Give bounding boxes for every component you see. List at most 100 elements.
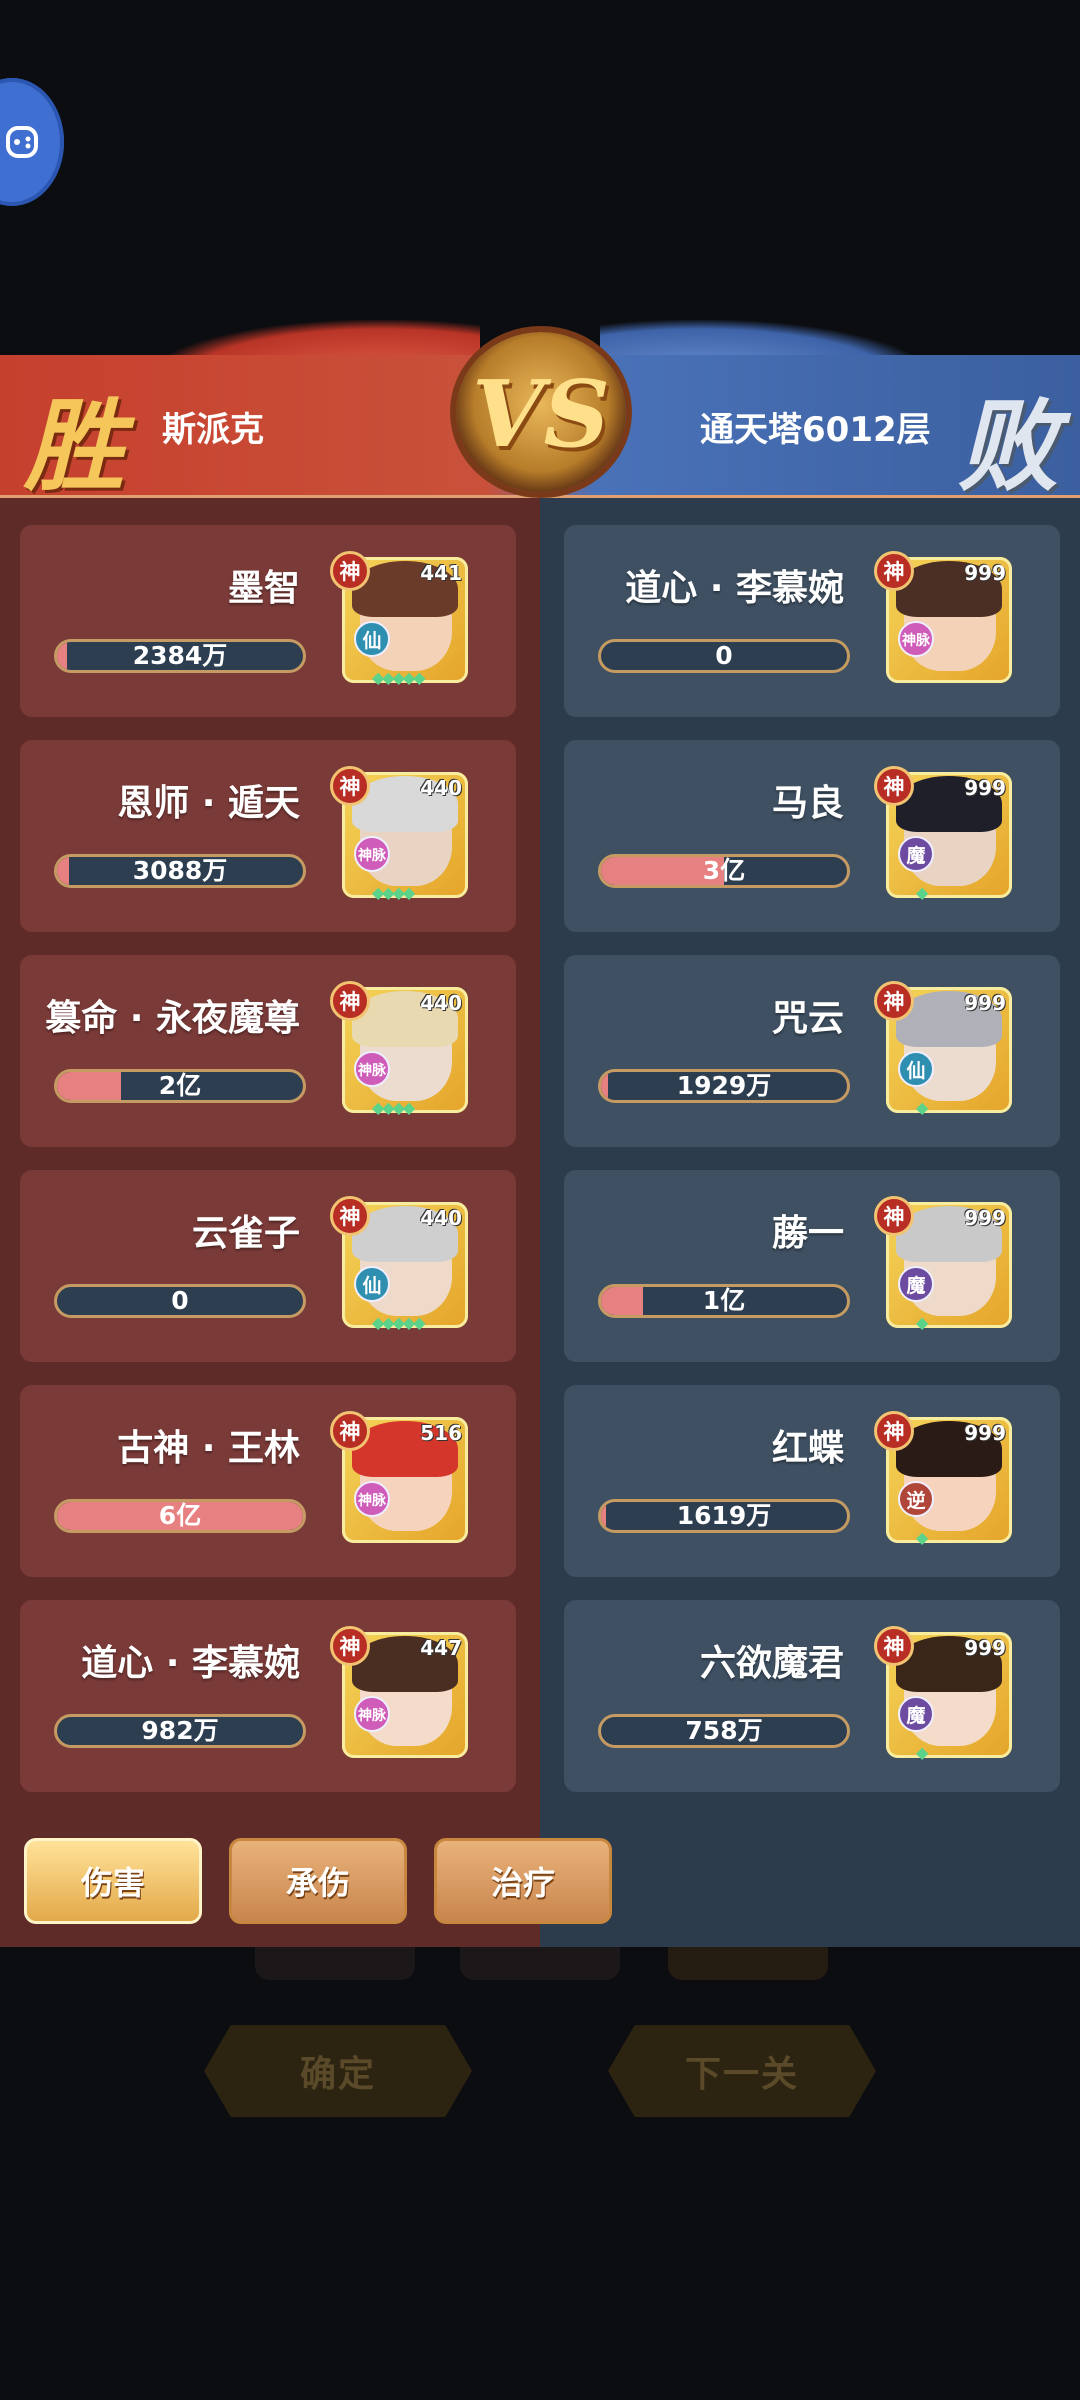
hero-level: 999 bbox=[964, 991, 1006, 1015]
god-rank-badge: 神 bbox=[874, 1411, 914, 1451]
hero-level: 999 bbox=[964, 561, 1006, 585]
sect-badge: 魔 bbox=[898, 1696, 934, 1732]
enemy-name: 通天塔6012层 bbox=[700, 410, 931, 450]
sect-badge: 神脉 bbox=[354, 1696, 390, 1732]
damage-value: 0 bbox=[171, 1286, 189, 1315]
god-rank-badge: 神 bbox=[874, 981, 914, 1021]
vs-emblem: VS bbox=[456, 332, 626, 492]
damage-value: 1619万 bbox=[676, 1501, 772, 1530]
god-rank-badge: 神 bbox=[330, 551, 370, 591]
damage-value: 758万 bbox=[685, 1716, 763, 1745]
defeat-label: 败 bbox=[958, 387, 1058, 505]
hero-level: 440 bbox=[420, 776, 462, 800]
hero-name: 古神 · 王林 bbox=[117, 1428, 300, 1469]
hero-name: 墨智 bbox=[227, 568, 300, 609]
god-rank-badge: 神 bbox=[874, 1196, 914, 1236]
sect-badge: 仙 bbox=[354, 621, 390, 657]
hero-card[interactable]: 红蝶 1619万 999 神逆 ◆ bbox=[564, 1385, 1060, 1577]
hero-name: 篡命 · 永夜魔尊 bbox=[45, 998, 300, 1039]
sect-badge: 魔 bbox=[898, 836, 934, 872]
hero-card[interactable]: 咒云 1929万 999 神仙 ◆ bbox=[564, 955, 1060, 1147]
damage-value: 982万 bbox=[141, 1716, 219, 1745]
tab-damage-taken[interactable]: 承伤 bbox=[229, 1838, 407, 1924]
hero-level: 999 bbox=[964, 776, 1006, 800]
damage-bar: 0 bbox=[54, 1284, 306, 1318]
hero-name: 道心 · 李慕婉 bbox=[81, 1643, 300, 1684]
damage-bar: 982万 bbox=[54, 1714, 306, 1748]
star-gems-icon: ◆◆◆◆ bbox=[372, 1098, 415, 1117]
hero-card[interactable]: 马良 3亿 999 神魔 ◆ bbox=[564, 740, 1060, 932]
hero-name: 咒云 bbox=[771, 998, 844, 1039]
victory-label: 胜 bbox=[24, 387, 124, 505]
god-rank-badge: 神 bbox=[874, 766, 914, 806]
confirm-button[interactable]: 确定 bbox=[204, 2025, 472, 2117]
god-rank-badge: 神 bbox=[330, 766, 370, 806]
damage-bar: 2384万 bbox=[54, 639, 306, 673]
hero-name: 道心 · 李慕婉 bbox=[625, 568, 844, 609]
hero-level: 999 bbox=[964, 1421, 1006, 1445]
next-level-button[interactable]: 下一关 bbox=[608, 2025, 876, 2117]
hero-name: 云雀子 bbox=[191, 1213, 300, 1254]
god-rank-badge: 神 bbox=[330, 981, 370, 1021]
damage-value: 2384万 bbox=[132, 641, 228, 670]
sect-badge: 仙 bbox=[354, 1266, 390, 1302]
hero-level: 999 bbox=[964, 1636, 1006, 1660]
star-gems-icon: ◆ bbox=[916, 1313, 928, 1332]
hero-level: 440 bbox=[420, 991, 462, 1015]
damage-bar: 0 bbox=[598, 639, 850, 673]
hero-card[interactable]: 道心 · 李慕婉 982万 447 神神脉 bbox=[20, 1600, 516, 1792]
star-gems-icon: ◆ bbox=[916, 1528, 928, 1547]
damage-value: 1929万 bbox=[676, 1071, 772, 1100]
tab-healing[interactable]: 治疗 bbox=[434, 1838, 612, 1924]
hero-level: 440 bbox=[420, 1206, 462, 1230]
sect-badge: 逆 bbox=[898, 1481, 934, 1517]
hero-card[interactable]: 恩师 · 遁天 3088万 440 神神脉 ◆◆◆◆ bbox=[20, 740, 516, 932]
star-gems-icon: ◆ bbox=[916, 1743, 928, 1762]
damage-bar: 1619万 bbox=[598, 1499, 850, 1533]
sect-badge: 神脉 bbox=[354, 1051, 390, 1087]
damage-value: 0 bbox=[715, 641, 733, 670]
sect-badge: 仙 bbox=[898, 1051, 934, 1087]
damage-value: 3088万 bbox=[132, 856, 228, 885]
hero-name: 马良 bbox=[771, 783, 844, 824]
hero-name: 恩师 · 遁天 bbox=[117, 783, 300, 824]
hero-card[interactable]: 云雀子 0 440 神仙 ◆◆◆◆◆ bbox=[20, 1170, 516, 1362]
damage-bar: 6亿 bbox=[54, 1499, 306, 1533]
hero-level: 447 bbox=[420, 1636, 462, 1660]
damage-value: 2亿 bbox=[158, 1071, 202, 1100]
star-gems-icon: ◆ bbox=[916, 1098, 928, 1117]
god-rank-badge: 神 bbox=[330, 1411, 370, 1451]
hero-level: 516 bbox=[420, 1421, 462, 1445]
sect-badge: 魔 bbox=[898, 1266, 934, 1302]
damage-bar: 2亿 bbox=[54, 1069, 306, 1103]
tab-damage[interactable]: 伤害 bbox=[24, 1838, 202, 1924]
hero-name: 蕂一 bbox=[771, 1213, 844, 1254]
damage-bar: 1929万 bbox=[598, 1069, 850, 1103]
hero-card[interactable]: 蕂一 1亿 999 神魔 ◆ bbox=[564, 1170, 1060, 1362]
sect-badge: 神脉 bbox=[354, 836, 390, 872]
hero-card[interactable]: 墨智 2384万 441 神仙 ◆◆◆◆◆ bbox=[20, 525, 516, 717]
damage-value: 1亿 bbox=[702, 1286, 746, 1315]
damage-bar: 758万 bbox=[598, 1714, 850, 1748]
star-gems-icon: ◆◆◆◆◆ bbox=[372, 668, 426, 687]
floating-gamepad-button[interactable] bbox=[0, 78, 64, 206]
damage-bar: 3088万 bbox=[54, 854, 306, 888]
damage-bar: 3亿 bbox=[598, 854, 850, 888]
gamepad-icon bbox=[4, 122, 40, 166]
damage-value: 6亿 bbox=[158, 1501, 202, 1530]
hero-card[interactable]: 古神 · 王林 6亿 516 神神脉 bbox=[20, 1385, 516, 1577]
god-rank-badge: 神 bbox=[330, 1626, 370, 1666]
sect-badge: 神脉 bbox=[354, 1481, 390, 1517]
hero-level: 441 bbox=[420, 561, 462, 585]
star-gems-icon: ◆◆◆◆◆ bbox=[372, 1313, 426, 1332]
sect-badge: 神脉 bbox=[898, 621, 934, 657]
hero-card[interactable]: 道心 · 李慕婉 0 999 神神脉 bbox=[564, 525, 1060, 717]
player-name: 斯派克 bbox=[162, 410, 264, 450]
star-gems-icon: ◆◆◆◆ bbox=[372, 883, 415, 902]
hero-name: 六欲魔君 bbox=[699, 1643, 844, 1684]
hero-card[interactable]: 六欲魔君 758万 999 神魔 ◆ bbox=[564, 1600, 1060, 1792]
hero-level: 999 bbox=[964, 1206, 1006, 1230]
hero-card[interactable]: 篡命 · 永夜魔尊 2亿 440 神神脉 ◆◆◆◆ bbox=[20, 955, 516, 1147]
god-rank-badge: 神 bbox=[874, 1626, 914, 1666]
hero-name: 红蝶 bbox=[771, 1428, 844, 1469]
